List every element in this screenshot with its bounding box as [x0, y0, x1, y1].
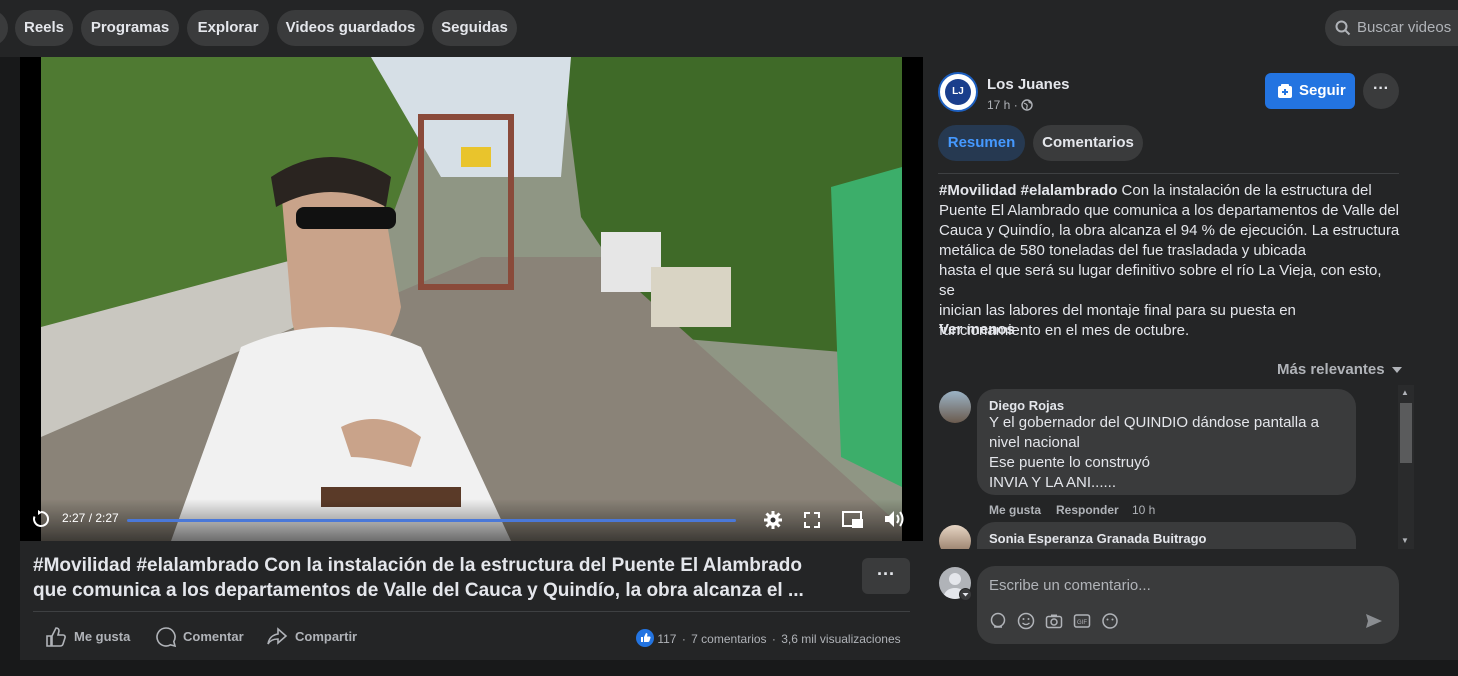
search-input[interactable]: Buscar videos	[1325, 10, 1458, 46]
post-description: #Movilidad #elalambrado Con la instalaci…	[939, 181, 1401, 341]
chip-partial[interactable]	[0, 10, 8, 46]
share-button[interactable]: Compartir	[266, 626, 361, 648]
like-label: Me gusta	[74, 629, 131, 644]
reaction-count[interactable]: 117	[657, 632, 676, 646]
description-line-1: Con la instalación de la estructura del	[1117, 182, 1372, 199]
post-timestamp: 17 h ·	[987, 98, 1033, 112]
comment-label: Comentar	[183, 629, 244, 644]
comment-bubble-icon	[156, 627, 177, 648]
thumbs-up-icon	[46, 627, 66, 647]
replay-icon[interactable]	[31, 509, 51, 529]
comments-list: Diego Rojas Y el gobernador del QUINDIO …	[933, 385, 1415, 549]
comment-author[interactable]: Sonia Esperanza Granada Buitrago	[989, 531, 1206, 546]
page-bottom-area	[0, 660, 1458, 676]
like-button[interactable]: Me gusta	[45, 626, 135, 648]
post-time-text: 17 h ·	[987, 98, 1018, 112]
chip-reels[interactable]: Reels	[15, 10, 73, 46]
gif-icon[interactable]: GIF	[1073, 612, 1091, 630]
comments-scrollbar[interactable]: ▲ ▼	[1398, 385, 1414, 549]
description-line-2: Puente El Alambrado que comunica a los d…	[939, 202, 1400, 219]
commenter-avatar[interactable]	[939, 391, 971, 423]
page-more-button[interactable]: ···	[1363, 73, 1399, 109]
search-icon	[1335, 20, 1351, 36]
scrollbar-thumb[interactable]	[1400, 403, 1412, 463]
post-title-line-2: que comunica a los departamentos de Vall…	[33, 580, 804, 601]
miniplayer-icon[interactable]	[842, 510, 864, 530]
volume-icon[interactable]	[883, 509, 907, 529]
chip-seguidas[interactable]: Seguidas	[432, 10, 517, 46]
comment-button[interactable]: Comentar	[155, 626, 250, 648]
chevron-down-icon	[1391, 367, 1402, 373]
share-label: Compartir	[295, 629, 358, 644]
description-line-3: Cauca y Quindío, la obra alcanza el 94 %…	[939, 222, 1400, 239]
reaction-stats: 117 · 7 comentarios · 3,6 mil visualizac…	[636, 629, 901, 647]
svg-text:GIF: GIF	[1077, 620, 1087, 626]
comment-text-line: nivel nacional	[989, 434, 1080, 451]
tab-resumen[interactable]: Resumen	[938, 125, 1025, 161]
chip-videos-guardados[interactable]: Videos guardados	[277, 10, 424, 46]
post-divider	[33, 611, 910, 612]
comment-reply-link[interactable]: Responder	[1056, 503, 1119, 517]
page-name[interactable]: Los Juanes	[987, 76, 1070, 93]
sort-label: Más relevantes	[1277, 361, 1385, 378]
view-count: 3,6 mil visualizaciones	[781, 632, 901, 646]
post-title: #Movilidad #elalambrado Con la instalaci…	[33, 553, 848, 603]
description-hashtags[interactable]: #Movilidad #elalambrado	[939, 182, 1117, 199]
comment-time: 10 h	[1132, 503, 1156, 517]
top-filter-bar: Reels Programas Explorar Videos guardado…	[0, 0, 1458, 57]
description-line-6: inician las labores del montaje final pa…	[939, 302, 1296, 319]
stats-separator-2: ·	[771, 632, 776, 646]
description-line-4: metálica de 580 toneladas del fue trasla…	[939, 242, 1306, 259]
comment-input[interactable]: Escribe un comentario...	[989, 577, 1151, 594]
video-player[interactable]: 2:27 / 2:27	[20, 57, 923, 541]
comment-like-link[interactable]: Me gusta	[989, 503, 1041, 517]
send-icon[interactable]	[1365, 612, 1383, 630]
video-controls: 2:27 / 2:27	[20, 499, 923, 541]
see-less-link[interactable]: Ver menos	[939, 321, 1015, 338]
video-frame	[41, 57, 902, 541]
page-avatar[interactable]: LJ	[938, 72, 978, 112]
follow-label: Seguir	[1299, 82, 1346, 99]
comment-text-line: Ese puente lo construyó	[989, 454, 1150, 471]
avatar-sticker-icon[interactable]	[989, 612, 1007, 630]
like-reaction-icon	[636, 629, 654, 647]
settings-gear-icon[interactable]	[763, 510, 783, 530]
comment-count[interactable]: 7 comentarios	[691, 632, 766, 646]
page-avatar-logo: LJ	[945, 79, 971, 105]
commenter-avatar[interactable]	[939, 525, 971, 549]
follow-bookmark-icon	[1278, 84, 1292, 98]
post-more-button[interactable]: ···	[862, 558, 910, 594]
emoji-icon[interactable]	[1017, 612, 1035, 630]
comment-author[interactable]: Diego Rojas	[989, 398, 1064, 413]
scroll-down-arrow-icon[interactable]: ▼	[1401, 536, 1409, 545]
comment-composer[interactable]: Escribe un comentario... GIF	[977, 566, 1399, 644]
video-thumbnail	[41, 57, 902, 541]
tabs-divider	[938, 173, 1399, 174]
globe-icon	[1021, 99, 1033, 111]
comment-text-line: Y el gobernador del QUINDIO dándose pant…	[989, 414, 1319, 431]
share-arrow-icon	[267, 627, 288, 645]
chip-explorar[interactable]: Explorar	[187, 10, 269, 46]
scroll-up-arrow-icon[interactable]: ▲	[1401, 388, 1409, 397]
post-title-line-1: #Movilidad #elalambrado Con la instalaci…	[33, 555, 802, 576]
camera-icon[interactable]	[1045, 612, 1063, 630]
comment-text-line: INVIA Y LA ANI......	[989, 474, 1117, 491]
chip-programas[interactable]: Programas	[81, 10, 179, 46]
search-placeholder: Buscar videos	[1357, 19, 1452, 36]
sticker-icon[interactable]	[1101, 612, 1119, 630]
video-progress-bar[interactable]	[127, 519, 736, 522]
description-line-5: hasta el que será su lugar definitivo so…	[939, 262, 1382, 299]
fullscreen-icon[interactable]	[803, 511, 821, 529]
avatar-chevron-icon[interactable]	[959, 588, 972, 601]
stats-separator: ·	[681, 632, 686, 646]
sort-dropdown[interactable]: Más relevantes	[1277, 361, 1402, 378]
follow-button[interactable]: Seguir	[1265, 73, 1355, 109]
tab-comentarios[interactable]: Comentarios	[1033, 125, 1143, 161]
video-time: 2:27 / 2:27	[62, 511, 119, 525]
